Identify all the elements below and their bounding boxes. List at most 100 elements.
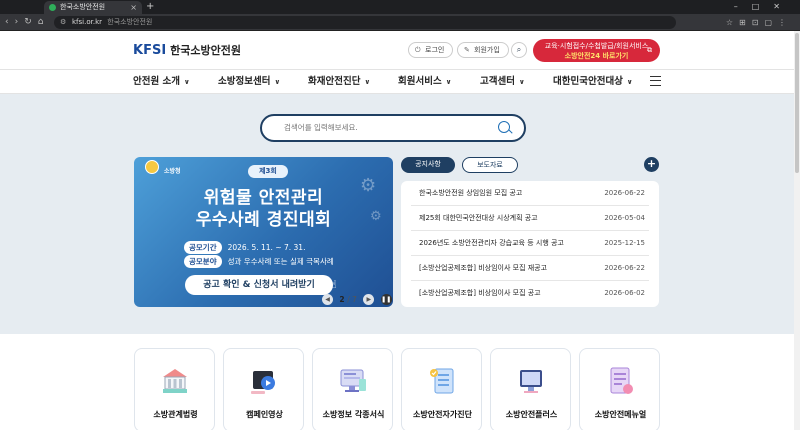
- browser-toolbar: ‹›↻⌂ ⚙ kfsi.or.kr 한국소방안전원 ☆⊞⊡▢⋮: [0, 14, 800, 31]
- site-header: KFSI 한국소방안전원 ⏻ 로그인 ✎ 회원가입 ⌕ 교육·시험접수/수첩발급/…: [0, 31, 800, 69]
- next-slide-button[interactable]: ▶: [363, 294, 375, 305]
- prev-slide-button[interactable]: ◀: [322, 294, 333, 305]
- gnb-item-safety-award[interactable]: 대한민국안전대상 ∨: [553, 70, 633, 94]
- nav-buttons[interactable]: ‹›↻⌂: [5, 14, 49, 31]
- period-label: 공모기간: [184, 241, 222, 254]
- quicklink-label: 소방정보 각종서식: [322, 410, 385, 419]
- pencil-icon: ✎: [464, 46, 470, 54]
- current-page: 2: [339, 295, 345, 304]
- banner-edition: 제3회: [248, 165, 288, 178]
- chevron-down-icon: ∨: [184, 78, 190, 86]
- browser-tabstrip: 한국소방안전원 × + –□✕: [0, 0, 800, 14]
- notice-title[interactable]: [소방산업공제조합] 비상임이사 모집 공고: [419, 281, 599, 305]
- new-tab-button[interactable]: +: [146, 0, 154, 14]
- site-info-icon[interactable]: ⚙: [60, 16, 66, 29]
- list-item[interactable]: 2026년도 소방안전관리자 강습교육 등 시행 공고 2025-12-15: [411, 231, 649, 256]
- list-item[interactable]: [소방산업공제조합] 비상임이사 모집 재공고 2026-06-22: [411, 256, 649, 281]
- gnb-label: 화재안전진단: [308, 76, 361, 87]
- tab-notices[interactable]: 공지사항: [401, 157, 455, 173]
- notice-title[interactable]: 2026년도 소방안전관리자 강습교육 등 시행 공고: [419, 231, 599, 255]
- address-bar[interactable]: ⚙ kfsi.or.kr 한국소방안전원: [54, 16, 676, 29]
- quicklink-label: 캠페인영상: [246, 410, 283, 419]
- signup-label: 회원가입: [474, 46, 500, 54]
- favicon-icon: [49, 4, 56, 11]
- login-label: 로그인: [425, 46, 445, 54]
- banner-cta-button[interactable]: 공고 확인 & 신청서 내려받기: [185, 275, 333, 295]
- more-notices-button[interactable]: +: [644, 157, 659, 172]
- gnb-item-info-center[interactable]: 소방정보센터 ∨: [218, 70, 280, 94]
- gnb-item-about[interactable]: 안전원 소개 ∨: [133, 70, 190, 94]
- page-scrollbar[interactable]: [794, 31, 800, 430]
- main-navigation: 안전원 소개 ∨ 소방정보센터 ∨ 화재안전진단 ∨ 회원서비스 ∨ 고객센터 ∨ 대한민…: [0, 69, 800, 94]
- quicklink-card[interactable]: 소방안전플러스: [490, 348, 571, 430]
- quicklink-card[interactable]: 소방안전메뉴얼: [579, 348, 660, 430]
- quicklink-label: 소방안전메뉴얼: [594, 410, 647, 419]
- hand-cursor-icon: ☝: [330, 278, 337, 291]
- field-value: 성과 우수사례 또는 실제 극복사례: [227, 257, 334, 266]
- window-controls[interactable]: –□✕: [734, 0, 794, 14]
- notice-date: 2025-12-15: [604, 239, 645, 247]
- total-pages: / 7: [347, 295, 357, 304]
- event-banner[interactable]: 소방청 ⚙ ⚙ 제3회 위험물 안전관리 우수사례 경진대회 공모기간 2026.…: [134, 157, 393, 307]
- notice-date: 2026-05-04: [604, 214, 645, 222]
- quicklink-label: 소방안전플러스: [505, 410, 558, 419]
- scrollbar-thumb[interactable]: [795, 33, 799, 173]
- main-search-box[interactable]: 검색어를 입력해보세요.: [260, 114, 526, 142]
- quicklink-card[interactable]: 소방안전자가진단: [401, 348, 482, 430]
- quicklink-card[interactable]: 소방정보 각종서식: [312, 348, 393, 430]
- notice-date: 2026-06-02: [604, 289, 645, 297]
- chevron-down-icon: ∨: [626, 78, 633, 86]
- list-item[interactable]: [소방산업공제조합] 비상임이사 모집 공고 2026-06-02: [411, 281, 649, 306]
- search-input[interactable]: 검색어를 입력해보세요.: [284, 116, 358, 140]
- notice-title[interactable]: [소방산업공제조합] 비상임이사 모집 재공고: [419, 256, 599, 280]
- video-icon: [251, 371, 275, 394]
- banner-title-line2: 우수사례 경진대회: [195, 210, 332, 230]
- banner-field: 공모분야 성과 우수사례 또는 실제 극복사례: [184, 255, 334, 268]
- notice-list: 한국소방안전원 상임임원 모집 공고 2026-06-22 제25회 대한민국안전…: [401, 181, 659, 307]
- tab-press[interactable]: 보도자료: [462, 157, 518, 173]
- extension-icons[interactable]: ☆⊞⊡▢⋮: [726, 14, 792, 31]
- chevron-down-icon: ∨: [445, 78, 452, 86]
- search-icon[interactable]: [498, 121, 510, 133]
- notice-title[interactable]: 한국소방안전원 상임임원 모집 공고: [419, 181, 599, 205]
- quicklink-card[interactable]: 소방관계법령: [134, 348, 215, 430]
- chevron-down-icon: ∨: [274, 78, 281, 86]
- monitor-form-icon: [340, 369, 366, 392]
- quicklink-card[interactable]: 캠페인영상: [223, 348, 304, 430]
- list-item[interactable]: 제25회 대한민국안전대상 시상계획 공고 2026-05-04: [411, 206, 649, 231]
- banner-period: 공모기간 2026. 5. 11. ~ 7. 31.: [184, 241, 305, 254]
- cta-line1: 교육·시험접수/수첩발급/회원서비스: [544, 42, 649, 50]
- gnb-item-fire-diagnosis[interactable]: 화재안전진단 ∨: [308, 70, 370, 94]
- quicklink-section: 소방관계법령 캠페인영상 소방정보 각종서식 소방안전자가진단 소방안전플러스: [0, 334, 800, 430]
- quicklink-label: 소방안전자가진단: [413, 410, 472, 419]
- tab-close-icon[interactable]: ×: [130, 1, 137, 14]
- list-item[interactable]: 한국소방안전원 상임임원 모집 공고 2026-06-22: [411, 181, 649, 206]
- safety24-shortcut-button[interactable]: 교육·시험접수/수첩발급/회원서비스 소방안전24 바로가기 ⧉: [533, 39, 660, 62]
- url-domain: kfsi.or.kr: [72, 18, 103, 26]
- gnb-label: 고객센터: [480, 76, 515, 87]
- period-value: 2026. 5. 11. ~ 7. 31.: [227, 243, 306, 252]
- manual-icon: [610, 367, 633, 394]
- chevron-down-icon: ∨: [518, 78, 525, 86]
- tab-title: 한국소방안전원: [60, 3, 106, 11]
- agency-name: 소방청: [164, 168, 181, 175]
- login-button[interactable]: ⏻ 로그인: [408, 42, 454, 58]
- external-link-icon: ⧉: [647, 46, 652, 54]
- header-search-button[interactable]: ⌕: [511, 42, 527, 58]
- cta-line2: 소방안전24 바로가기: [564, 52, 629, 60]
- chevron-down-icon: ∨: [364, 78, 371, 86]
- gnb-item-member-service[interactable]: 회원서비스 ∨: [398, 70, 451, 94]
- site-logo[interactable]: KFSI 한국소방안전원: [133, 42, 241, 58]
- pause-icon[interactable]: ❚❚: [380, 294, 392, 305]
- notice-date: 2026-06-22: [604, 264, 645, 272]
- gnb-item-customer-center[interactable]: 고객센터 ∨: [480, 70, 525, 94]
- power-icon: ⏻: [415, 46, 421, 54]
- url-title: 한국소방안전원: [107, 18, 153, 26]
- signup-button[interactable]: ✎ 회원가입: [457, 42, 509, 58]
- hamburger-menu-icon[interactable]: [650, 76, 661, 86]
- notice-title[interactable]: 제25회 대한민국안전대상 시상계획 공고: [419, 206, 599, 230]
- logo-kr: 한국소방안전원: [170, 44, 241, 57]
- monitor-icon: [520, 370, 542, 393]
- gnb-label: 회원서비스: [398, 76, 442, 87]
- browser-tab[interactable]: 한국소방안전원 ×: [44, 1, 142, 14]
